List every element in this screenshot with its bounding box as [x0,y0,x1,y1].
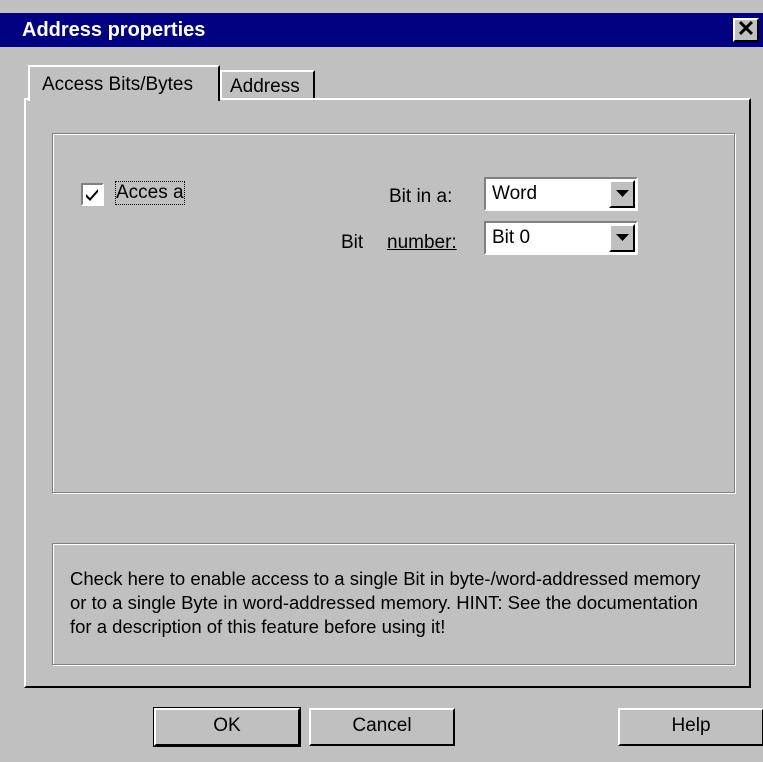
tab-address[interactable]: Address [220,70,315,100]
access-checkbox[interactable] [81,183,104,206]
cancel-button[interactable]: Cancel [309,708,455,746]
address-properties-dialog: Address properties ✕ Access Bits/Bytes A… [0,0,763,762]
dropdown-arrow-icon [616,190,629,197]
checkmark-icon [86,189,98,201]
bit-number-value: Bit 0 [492,227,531,248]
tab-access-bits-bytes[interactable]: Access Bits/Bytes [28,65,220,101]
dropdown-arrow-icon [616,234,629,241]
bit-number-label: number: [387,232,457,253]
access-checkbox-label[interactable]: Acces a [115,181,185,205]
bit-number-label-prefix: Bit [341,232,364,253]
tab-label: Access Bits/Bytes [42,74,193,95]
bit-in-select[interactable]: Word [484,177,638,211]
ok-button[interactable]: OK [153,707,301,747]
bit-in-dropdown-button[interactable] [609,180,635,208]
bit-in-label: Bit in a: [389,186,453,207]
hint-text: Check here to enable access to a single … [70,568,701,637]
tab-label: Address [230,76,300,97]
close-button[interactable]: ✕ [733,18,759,42]
title-bar: Address properties ✕ [0,13,763,47]
bit-number-select[interactable]: Bit 0 [484,221,638,255]
window-title: Address properties [22,19,206,41]
bit-in-value: Word [492,183,538,204]
close-icon: ✕ [736,16,756,41]
help-button[interactable]: Help [618,708,763,746]
bit-number-dropdown-button[interactable] [609,224,635,252]
